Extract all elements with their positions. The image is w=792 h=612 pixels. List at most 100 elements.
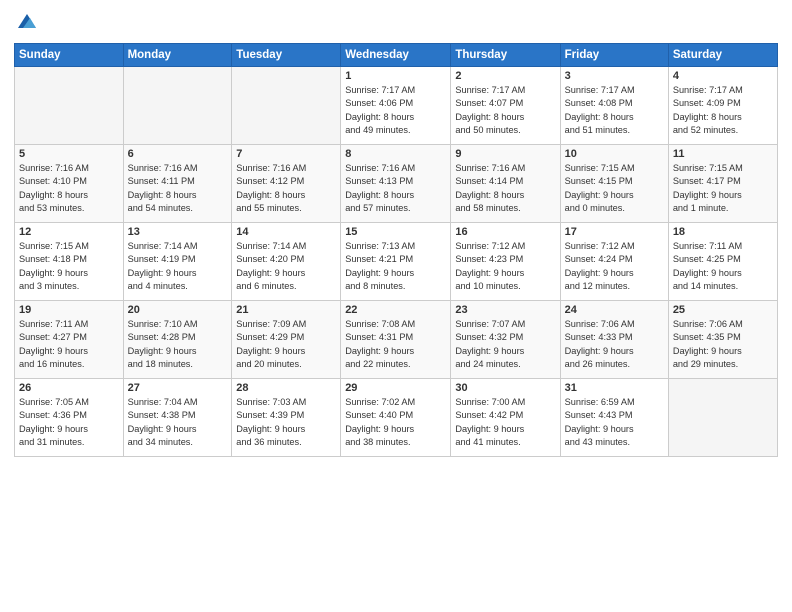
calendar-cell: 16Sunrise: 7:12 AMSunset: 4:23 PMDayligh… (451, 223, 560, 301)
day-number: 24 (565, 304, 664, 316)
calendar-cell: 31 Sunrise: 6:59 AMSunset: 4:43 PMDayligh… (560, 379, 668, 457)
day-number: 8 (345, 148, 446, 160)
calendar-header-saturday: Saturday (668, 44, 777, 67)
day-info: Sunrise: 7:17 AMSunset: 4:09 PMDaylight:… (673, 84, 773, 137)
calendar-cell: 24 Sunrise: 7:06 AMSunset: 4:33 PMDayligh… (560, 301, 668, 379)
day-number: 3 (565, 70, 664, 82)
calendar-cell: 22 Sunrise: 7:08 AMSunset: 4:31 PMDayligh… (341, 301, 451, 379)
day-info: Sunrise: 6:59 AMSunset: 4:43 PMDaylight:… (565, 396, 664, 449)
day-info: Sunrise: 7:11 AMSunset: 4:25 PMDaylight:… (673, 240, 773, 293)
day-number: 27 (128, 382, 228, 394)
day-number: 23 (455, 304, 555, 316)
day-info: Sunrise: 7:00 AMSunset: 4:42 PMDaylight:… (455, 396, 555, 449)
day-info: Sunrise: 7:08 AMSunset: 4:31 PMDaylight:… (345, 318, 446, 371)
day-info: Sunrise: 7:16 AMSunset: 4:13 PMDaylight:… (345, 162, 446, 215)
calendar-week-row: 19 Sunrise: 7:11 AMSunset: 4:27 PMDayligh… (15, 301, 778, 379)
day-number: 13 (128, 226, 228, 238)
calendar-week-row: 1 Sunrise: 7:17 AMSunset: 4:06 PMDaylight… (15, 67, 778, 145)
logo (14, 10, 38, 37)
calendar-cell: 19 Sunrise: 7:11 AMSunset: 4:27 PMDayligh… (15, 301, 124, 379)
calendar-cell: 20Sunrise: 7:10 AMSunset: 4:28 PMDayligh… (123, 301, 232, 379)
calendar-cell: 1 Sunrise: 7:17 AMSunset: 4:06 PMDaylight… (341, 67, 451, 145)
day-number: 5 (19, 148, 119, 160)
day-number: 15 (345, 226, 446, 238)
day-number: 28 (236, 382, 336, 394)
day-info: Sunrise: 7:04 AMSunset: 4:38 PMDaylight:… (128, 396, 228, 449)
calendar-cell: 6Sunrise: 7:16 AMSunset: 4:11 PMDaylight… (123, 145, 232, 223)
day-number: 29 (345, 382, 446, 394)
calendar-cell (668, 379, 777, 457)
calendar-cell: 18Sunrise: 7:11 AMSunset: 4:25 PMDayligh… (668, 223, 777, 301)
calendar-header-tuesday: Tuesday (232, 44, 341, 67)
calendar-cell: 14Sunrise: 7:14 AMSunset: 4:20 PMDayligh… (232, 223, 341, 301)
calendar-cell: 10Sunrise: 7:15 AMSunset: 4:15 PMDayligh… (560, 145, 668, 223)
calendar-cell: 30 Sunrise: 7:00 AMSunset: 4:42 PMDayligh… (451, 379, 560, 457)
calendar-cell: 13 Sunrise: 7:14 AMSunset: 4:19 PMDayligh… (123, 223, 232, 301)
day-number: 10 (565, 148, 664, 160)
day-info: Sunrise: 7:02 AMSunset: 4:40 PMDaylight:… (345, 396, 446, 449)
day-number: 25 (673, 304, 773, 316)
day-info: Sunrise: 7:16 AMSunset: 4:12 PMDaylight:… (236, 162, 336, 215)
calendar-cell: 26 Sunrise: 7:05 AMSunset: 4:36 PMDayligh… (15, 379, 124, 457)
day-info: Sunrise: 7:12 AMSunset: 4:24 PMDaylight:… (565, 240, 664, 293)
day-number: 16 (455, 226, 555, 238)
calendar-header-friday: Friday (560, 44, 668, 67)
calendar-cell: 9 Sunrise: 7:16 AMSunset: 4:14 PMDaylight… (451, 145, 560, 223)
day-number: 2 (455, 70, 555, 82)
calendar-cell: 5 Sunrise: 7:16 AMSunset: 4:10 PMDaylight… (15, 145, 124, 223)
calendar-cell (232, 67, 341, 145)
day-number: 12 (19, 226, 119, 238)
day-number: 9 (455, 148, 555, 160)
day-info: Sunrise: 7:17 AMSunset: 4:07 PMDaylight:… (455, 84, 555, 137)
calendar-header-row: SundayMondayTuesdayWednesdayThursdayFrid… (15, 44, 778, 67)
calendar-cell: 27 Sunrise: 7:04 AMSunset: 4:38 PMDayligh… (123, 379, 232, 457)
day-info: Sunrise: 7:06 AMSunset: 4:35 PMDaylight:… (673, 318, 773, 371)
day-info: Sunrise: 7:13 AMSunset: 4:21 PMDaylight:… (345, 240, 446, 293)
calendar-cell: 28Sunrise: 7:03 AMSunset: 4:39 PMDayligh… (232, 379, 341, 457)
main-container: SundayMondayTuesdayWednesdayThursdayFrid… (0, 0, 792, 612)
day-number: 1 (345, 70, 446, 82)
calendar-cell: 11 Sunrise: 7:15 AMSunset: 4:17 PMDayligh… (668, 145, 777, 223)
day-info: Sunrise: 7:14 AMSunset: 4:19 PMDaylight:… (128, 240, 228, 293)
day-number: 30 (455, 382, 555, 394)
day-number: 14 (236, 226, 336, 238)
day-number: 4 (673, 70, 773, 82)
day-number: 17 (565, 226, 664, 238)
day-number: 20 (128, 304, 228, 316)
calendar-header-sunday: Sunday (15, 44, 124, 67)
day-number: 22 (345, 304, 446, 316)
calendar-cell: 23 Sunrise: 7:07 AMSunset: 4:32 PMDayligh… (451, 301, 560, 379)
day-number: 6 (128, 148, 228, 160)
calendar-cell: 7 Sunrise: 7:16 AMSunset: 4:12 PMDaylight… (232, 145, 341, 223)
day-info: Sunrise: 7:09 AMSunset: 4:29 PMDaylight:… (236, 318, 336, 371)
day-info: Sunrise: 7:15 AMSunset: 4:18 PMDaylight:… (19, 240, 119, 293)
day-number: 31 (565, 382, 664, 394)
day-info: Sunrise: 7:16 AMSunset: 4:10 PMDaylight:… (19, 162, 119, 215)
calendar-cell: 17 Sunrise: 7:12 AMSunset: 4:24 PMDayligh… (560, 223, 668, 301)
day-number: 19 (19, 304, 119, 316)
day-info: Sunrise: 7:05 AMSunset: 4:36 PMDaylight:… (19, 396, 119, 449)
logo-icon (16, 10, 38, 32)
header (14, 10, 778, 37)
calendar-cell: 25 Sunrise: 7:06 AMSunset: 4:35 PMDayligh… (668, 301, 777, 379)
day-number: 11 (673, 148, 773, 160)
calendar-week-row: 5 Sunrise: 7:16 AMSunset: 4:10 PMDaylight… (15, 145, 778, 223)
logo-text (14, 10, 38, 37)
day-info: Sunrise: 7:06 AMSunset: 4:33 PMDaylight:… (565, 318, 664, 371)
day-info: Sunrise: 7:17 AMSunset: 4:06 PMDaylight:… (345, 84, 446, 137)
calendar-cell (15, 67, 124, 145)
calendar-header-wednesday: Wednesday (341, 44, 451, 67)
day-info: Sunrise: 7:15 AMSunset: 4:17 PMDaylight:… (673, 162, 773, 215)
day-info: Sunrise: 7:16 AMSunset: 4:14 PMDaylight:… (455, 162, 555, 215)
calendar-header-thursday: Thursday (451, 44, 560, 67)
calendar-week-row: 12 Sunrise: 7:15 AMSunset: 4:18 PMDayligh… (15, 223, 778, 301)
calendar-cell (123, 67, 232, 145)
day-info: Sunrise: 7:07 AMSunset: 4:32 PMDaylight:… (455, 318, 555, 371)
day-info: Sunrise: 7:11 AMSunset: 4:27 PMDaylight:… (19, 318, 119, 371)
day-number: 26 (19, 382, 119, 394)
day-number: 7 (236, 148, 336, 160)
calendar-cell: 8 Sunrise: 7:16 AMSunset: 4:13 PMDaylight… (341, 145, 451, 223)
calendar-header-monday: Monday (123, 44, 232, 67)
calendar-week-row: 26 Sunrise: 7:05 AMSunset: 4:36 PMDayligh… (15, 379, 778, 457)
calendar-cell: 4 Sunrise: 7:17 AMSunset: 4:09 PMDaylight… (668, 67, 777, 145)
